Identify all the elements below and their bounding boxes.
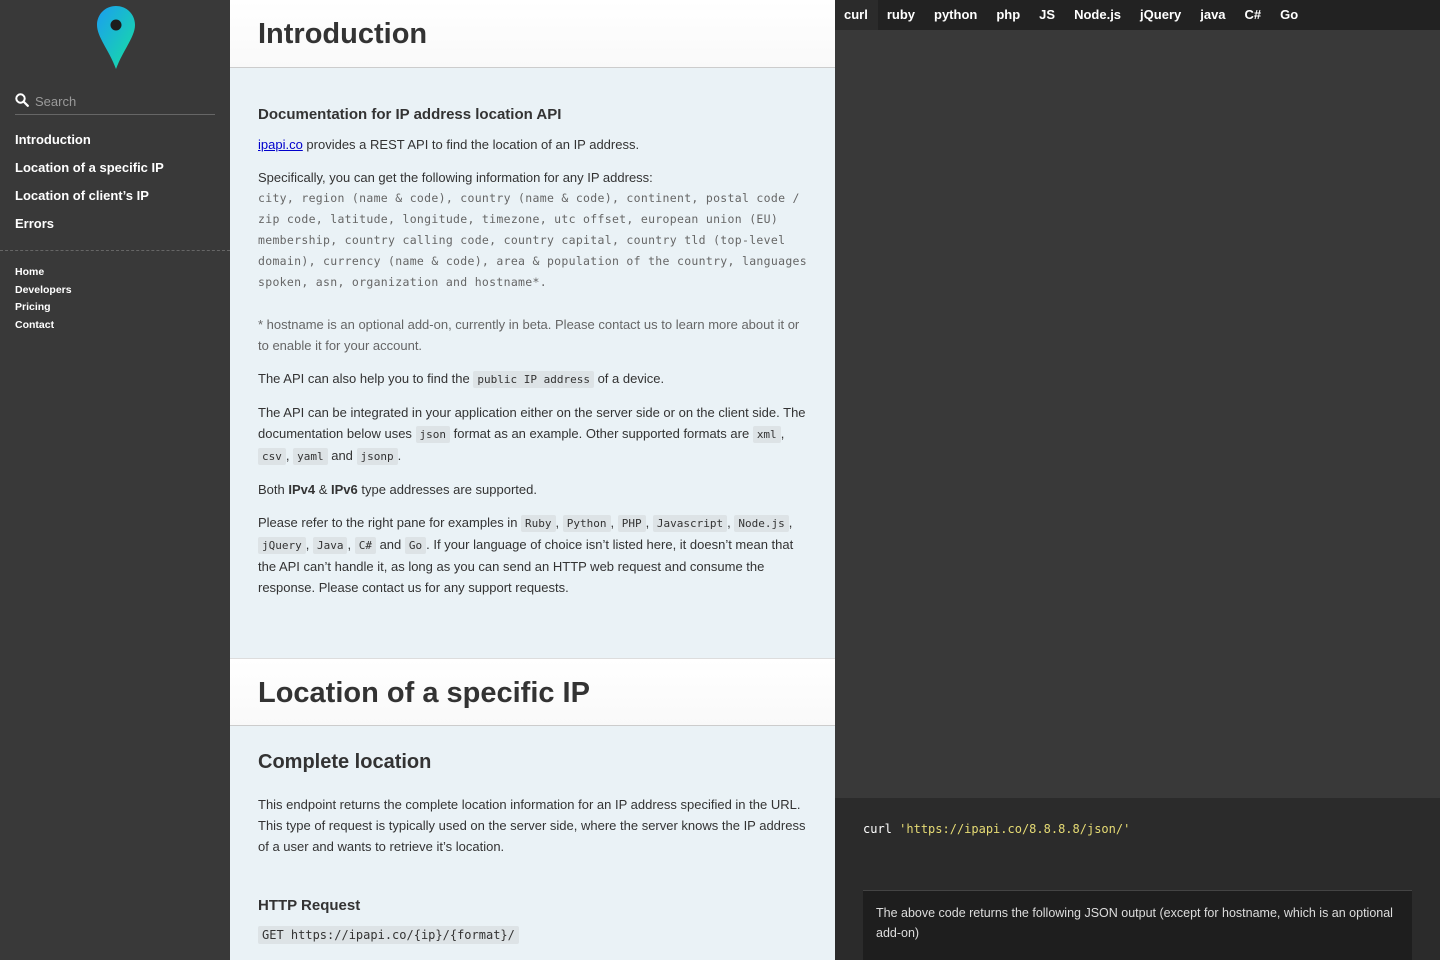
- footer-link-pricing[interactable]: Pricing: [15, 299, 72, 317]
- complete-location-heading: Complete location: [258, 751, 432, 773]
- sep: ,: [305, 537, 313, 552]
- lang-code: Go: [404, 537, 427, 554]
- text: Specifically, you can get the following …: [258, 170, 653, 185]
- inline-code: csv: [258, 448, 286, 465]
- text: The API can also help you to find the: [258, 371, 474, 386]
- footer-link-home[interactable]: Home: [15, 264, 72, 282]
- inline-code: json: [415, 426, 451, 443]
- page-title: Introduction: [258, 18, 428, 50]
- sep: ,: [555, 515, 563, 530]
- inline-code: public IP address: [473, 371, 594, 388]
- inline-code: xml: [752, 426, 781, 443]
- code-example: curl 'https://ipapi.co/8.8.8.8/json/' Th…: [835, 798, 1440, 960]
- toc-item-introduction[interactable]: Introduction: [15, 126, 164, 154]
- toc-list: Introduction Location of a specific IP L…: [15, 126, 164, 238]
- lang-code: PHP: [617, 515, 646, 532]
- text: Both: [258, 482, 289, 497]
- intro-paragraph-1: ipapi.co provides a REST API to find the…: [258, 134, 809, 155]
- ipv6-label: IPv6: [331, 482, 358, 497]
- lang-code: Ruby: [521, 515, 556, 532]
- map-pin-icon[interactable]: [94, 6, 138, 70]
- sep: ,: [788, 515, 793, 530]
- tab-js[interactable]: JS: [1030, 0, 1065, 30]
- tab-java[interactable]: java: [1191, 0, 1235, 30]
- text: provides a REST API to find the location…: [302, 137, 640, 152]
- language-tabs: curl ruby python php JS Node.js jQuery j…: [835, 0, 1440, 30]
- sep: ,: [610, 515, 618, 530]
- ipapi-link[interactable]: ipapi.co: [258, 137, 303, 152]
- fields-list: city, region (name & code), country (nam…: [258, 191, 807, 289]
- search-box: [15, 88, 215, 115]
- toc-item-location-specific-ip[interactable]: Location of a specific IP: [15, 154, 164, 182]
- intro-paragraph-4: The API can be integrated in your applic…: [258, 402, 809, 467]
- endpoint-description: This endpoint returns the complete locat…: [258, 797, 806, 854]
- http-request-code: GET https://ipapi.co/{ip}/{format}/: [258, 926, 519, 944]
- code-pane: curl ruby python php JS Node.js jQuery j…: [835, 0, 1440, 960]
- code-url: 'https://ipapi.co/8.8.8.8/json/': [899, 822, 1131, 836]
- intro-paragraph-3: The API can also help you to find the pu…: [258, 368, 809, 390]
- lang-code: C#: [354, 537, 376, 554]
- sidebar-divider: [0, 250, 230, 251]
- intro-paragraph-5: Both IPv4 & IPv6 type addresses are supp…: [258, 479, 809, 500]
- footer-link-developers[interactable]: Developers: [15, 282, 72, 300]
- intro-section: Documentation for IP address location AP…: [258, 104, 809, 598]
- toc-footer: Home Developers Pricing Contact: [15, 264, 72, 334]
- lang-code: Node.js: [734, 515, 789, 532]
- toc-item-errors[interactable]: Errors: [15, 210, 164, 238]
- code-command: curl: [863, 822, 892, 836]
- footer-link-contact[interactable]: Contact: [15, 317, 72, 335]
- tab-curl[interactable]: curl: [835, 0, 878, 30]
- intro-subtitle: Documentation for IP address location AP…: [258, 106, 562, 123]
- text: ,: [780, 426, 785, 441]
- sep: and: [375, 537, 405, 552]
- sep: ,: [645, 515, 653, 530]
- intro-paragraph-2: Specifically, you can get the following …: [258, 167, 809, 188]
- tab-php[interactable]: php: [987, 0, 1030, 30]
- http-request-line: GET https://ipapi.co/{ip}/{format}/: [258, 924, 809, 946]
- text: .: [397, 448, 402, 463]
- sep: ,: [347, 537, 355, 552]
- text: format as an example. Other supported fo…: [450, 426, 753, 441]
- specific-ip-header: Location of a specific IP: [230, 658, 835, 726]
- lang-code: Python: [562, 515, 611, 532]
- lang-code: Javascript: [652, 515, 728, 532]
- lang-code: jQuery: [258, 537, 306, 554]
- text: type addresses are supported.: [357, 482, 537, 497]
- hostname-note: * hostname is an optional add-on, curren…: [258, 317, 800, 353]
- content-pane: Introduction Documentation for IP addres…: [230, 0, 835, 960]
- text: Please refer to the right pane for examp…: [258, 515, 522, 530]
- section-title: Location of a specific IP: [258, 677, 590, 709]
- inline-code: yaml: [293, 448, 328, 465]
- code-block: curl 'https://ipapi.co/8.8.8.8/json/': [863, 822, 1130, 836]
- search-icon: [15, 93, 29, 107]
- tab-nodejs[interactable]: Node.js: [1065, 0, 1131, 30]
- intro-paragraph-6: Please refer to the right pane for examp…: [258, 512, 809, 598]
- tab-ruby[interactable]: ruby: [878, 0, 925, 30]
- tab-jquery[interactable]: jQuery: [1131, 0, 1191, 30]
- lang-code: Java: [312, 537, 348, 554]
- toc-item-location-client-ip[interactable]: Location of client’s IP: [15, 182, 164, 210]
- inline-code: jsonp: [356, 448, 398, 465]
- tab-csharp[interactable]: C#: [1236, 0, 1272, 30]
- text: of a device.: [593, 371, 665, 386]
- output-note: The above code returns the following JSO…: [863, 890, 1412, 960]
- tab-go[interactable]: Go: [1271, 0, 1308, 30]
- text: and: [327, 448, 357, 463]
- http-request-heading: HTTP Request: [258, 897, 361, 914]
- intro-header: Introduction: [230, 0, 835, 68]
- specific-ip-section: Complete location This endpoint returns …: [258, 749, 809, 946]
- text: &: [315, 482, 332, 497]
- tab-python[interactable]: python: [925, 0, 987, 30]
- ipv4-label: IPv4: [288, 482, 316, 497]
- sidebar: Introduction Location of a specific IP L…: [0, 0, 230, 960]
- search-input[interactable]: [35, 90, 213, 112]
